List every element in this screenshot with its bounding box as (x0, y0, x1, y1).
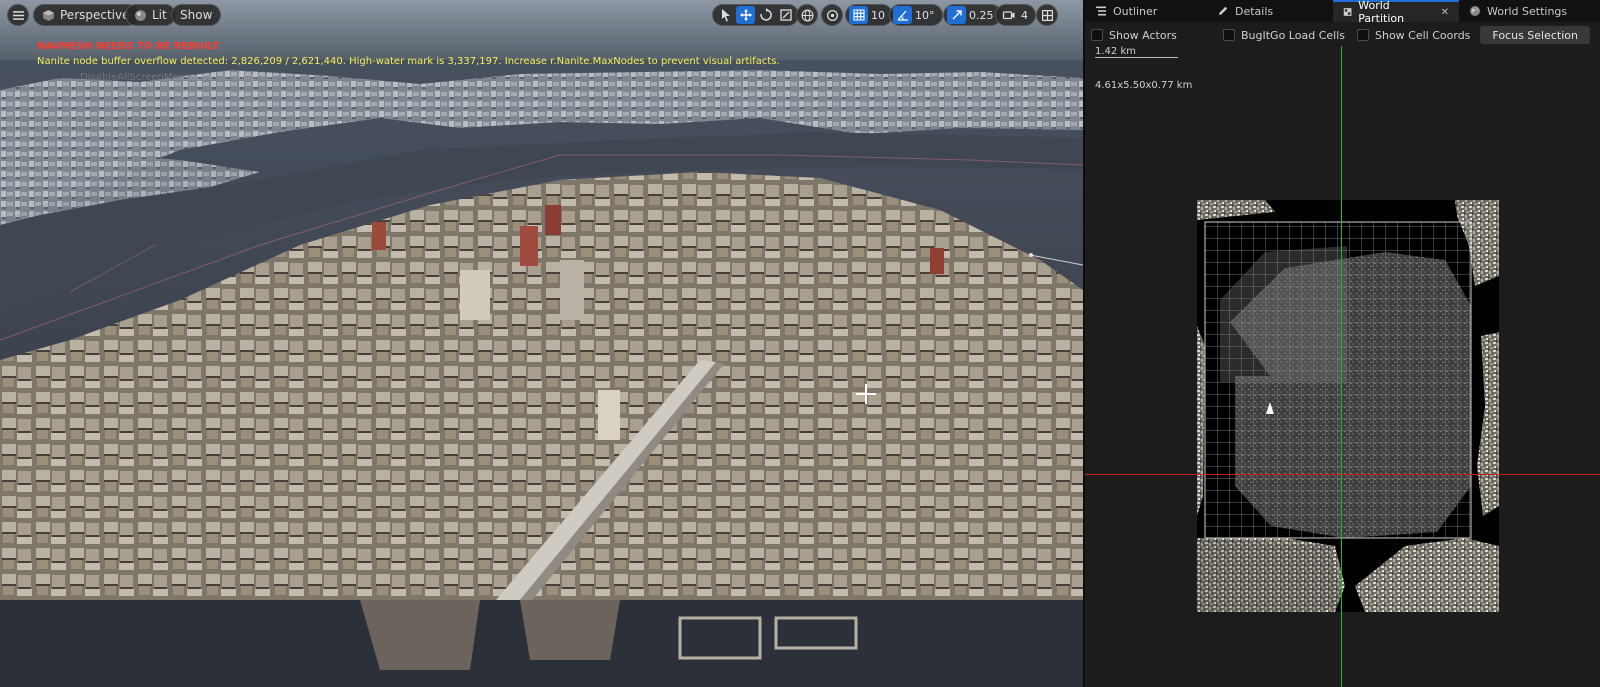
rotate-icon (759, 8, 772, 21)
cursor-icon (721, 9, 730, 22)
nanite-warning: Nanite node buffer overflow detected: 2,… (37, 56, 780, 67)
minimap-canvas (1197, 200, 1499, 612)
checkbox-box[interactable] (1223, 29, 1235, 41)
scale-snap-group: 0.25 (943, 4, 1002, 26)
grid-icon (852, 9, 865, 21)
lit-sphere-icon (135, 9, 146, 21)
close-tab-icon[interactable]: ✕ (1441, 7, 1449, 18)
globe-icon (1470, 6, 1480, 16)
suppress-hint: DisableAllScreenMessages' to suppress (80, 72, 277, 83)
viewport-menu-button[interactable] (7, 4, 29, 26)
show-cell-coords-checkbox[interactable]: Show Cell Coords (1357, 24, 1470, 46)
checkbox-box[interactable] (1091, 29, 1103, 41)
layout-grid-icon (1041, 9, 1053, 21)
view-mode-button[interactable]: Lit (125, 4, 176, 26)
tab-world-partition-label: World Partition (1358, 0, 1405, 25)
level-viewport[interactable]: Perspective Lit Show 10 10° 0.25 4 NAVME… (0, 0, 1083, 687)
map-scale-bar (1095, 57, 1178, 58)
bugitgo-label: BugItGo Load Cells (1241, 28, 1345, 42)
show-label: Show (180, 8, 213, 22)
tab-world-settings[interactable]: World Settings (1459, 0, 1589, 22)
hamburger-menu-icon (12, 10, 24, 20)
viewport-layout-button[interactable] (1036, 4, 1058, 26)
scale-snap-value[interactable]: 0.25 (967, 9, 998, 22)
show-actors-label: Show Actors (1109, 28, 1177, 42)
scale-icon (779, 9, 792, 21)
checkbox-box[interactable] (1357, 29, 1369, 41)
x-axis-line (1085, 474, 1600, 475)
tab-details-label: Details (1235, 4, 1274, 18)
scale-arrow-icon (952, 10, 962, 20)
details-pencil-icon (1219, 6, 1228, 15)
grid-snap-group: 10 (845, 4, 893, 26)
options-bar: Show Actors BugItGo Load Cells Show Cell… (1085, 24, 1600, 46)
tab-world-partition[interactable]: World Partition ✕ (1333, 0, 1459, 25)
y-axis-line (1341, 46, 1342, 687)
select-tool-button[interactable] (716, 6, 735, 24)
surface-snap-button[interactable] (821, 4, 843, 26)
rotation-snap-toggle[interactable] (893, 6, 912, 24)
tab-outliner-label: Outliner (1113, 4, 1158, 18)
grid-snap-toggle[interactable] (849, 6, 868, 24)
scale-tool-button[interactable] (776, 6, 795, 24)
scale-snap-toggle[interactable] (947, 6, 966, 24)
camera-icon (1002, 11, 1014, 20)
outliner-icon (1096, 6, 1106, 16)
rotate-tool-button[interactable] (756, 6, 775, 24)
translate-tool-button[interactable] (736, 6, 755, 24)
world-partition-panel: Outliner Details World Partition ✕ World… (1083, 0, 1600, 687)
tab-outliner[interactable]: Outliner (1085, 0, 1207, 22)
navmesh-warning: NAVMESH NEEDS TO BE REBUILT (37, 41, 220, 52)
perspective-button[interactable]: Perspective (33, 4, 139, 26)
tab-world-settings-label: World Settings (1487, 4, 1568, 18)
city-scene (0, 0, 1083, 687)
mouse-crosshair-icon (856, 384, 876, 404)
show-button[interactable]: Show (171, 4, 222, 26)
panel-tabbar: Outliner Details World Partition ✕ World… (1085, 0, 1600, 25)
lit-label: Lit (152, 8, 167, 22)
world-partition-icon (1343, 8, 1352, 16)
camera-speed-group: 4 (995, 4, 1036, 26)
rotation-snap-group: 10° (889, 4, 943, 26)
perspective-label: Perspective (60, 8, 130, 22)
world-dimensions: 4.61x5.50x0.77 km (1095, 80, 1193, 91)
viewport-toolbar: Perspective Lit Show 10 10° 0.25 4 (0, 4, 1083, 28)
cube-icon (43, 9, 54, 21)
camera-speed-button[interactable] (999, 6, 1018, 24)
show-cell-coords-label: Show Cell Coords (1375, 28, 1471, 42)
tab-details[interactable]: Details (1207, 0, 1333, 22)
move-arrows-icon (739, 9, 752, 21)
surface-snap-icon (826, 9, 838, 21)
grid-snap-value[interactable]: 10 (869, 9, 889, 22)
camera-speed-value[interactable]: 4 (1019, 9, 1032, 22)
focus-selection-button[interactable]: Focus Selection (1480, 26, 1590, 44)
map-scale-label: 1.42 km (1095, 46, 1136, 57)
rotation-snap-value[interactable]: 10° (913, 9, 939, 22)
show-actors-checkbox[interactable]: Show Actors (1091, 24, 1177, 46)
transform-tools (712, 4, 799, 26)
bugitgo-load-cells-checkbox[interactable]: BugItGo Load Cells (1223, 24, 1345, 46)
globe-icon (801, 9, 813, 21)
angle-icon (897, 10, 908, 21)
world-partition-minimap[interactable] (1085, 46, 1600, 687)
coordinate-system-button[interactable] (796, 4, 818, 26)
